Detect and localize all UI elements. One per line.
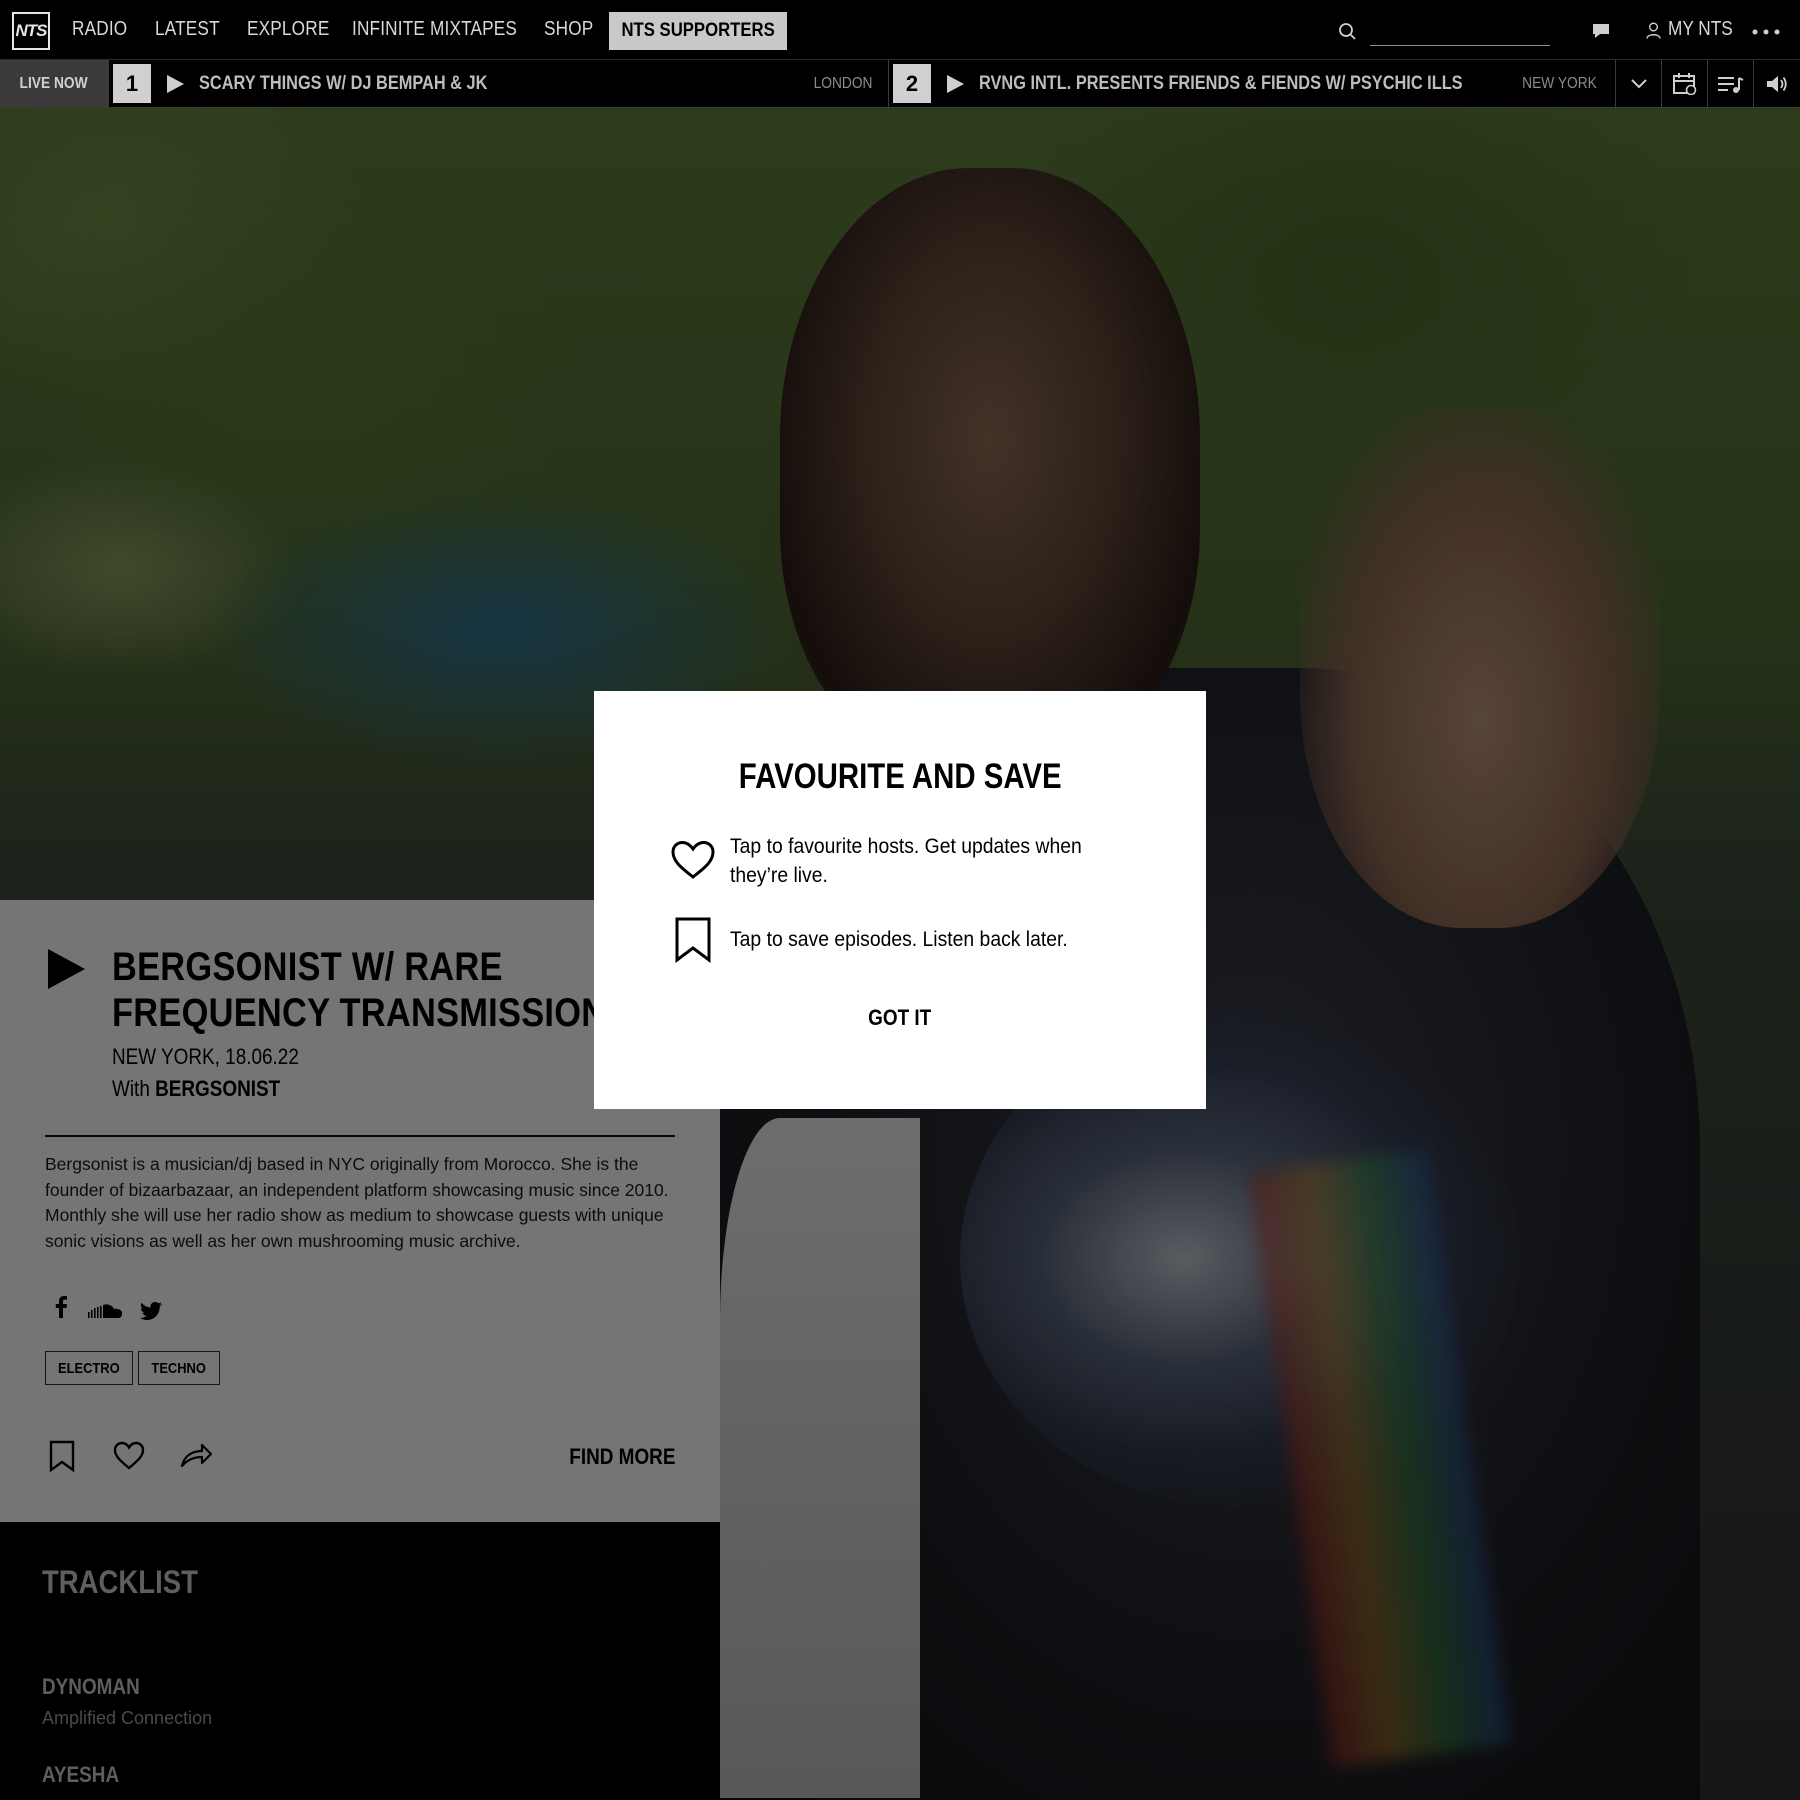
nav-latest[interactable]: LATEST — [155, 18, 220, 41]
play-episode-icon[interactable] — [46, 948, 86, 990]
share-icon[interactable] — [180, 1440, 212, 1472]
play-icon[interactable] — [165, 74, 185, 94]
find-more-link[interactable]: FIND MORE — [569, 1444, 675, 1470]
search-icon[interactable] — [1338, 22, 1356, 40]
track-artist: DYNOMAN — [42, 1674, 140, 1699]
soundcloud-icon[interactable] — [88, 1300, 126, 1322]
play-icon[interactable] — [945, 74, 965, 94]
nav-explore[interactable]: EXPLORE — [247, 18, 329, 41]
track-title: Amplified Connection — [42, 1708, 213, 1728]
playlist-icon — [1717, 76, 1743, 93]
live-channel-2[interactable]: 2 RVNG INTL. PRESENTS FRIENDS & FIENDS W… — [888, 60, 1615, 107]
facebook-icon[interactable] — [54, 1296, 68, 1318]
heart-icon — [671, 840, 715, 879]
chevron-down-icon — [1630, 78, 1647, 88]
nts-logo[interactable]: NTS — [12, 12, 50, 50]
my-nts-link[interactable]: MY NTS — [1668, 18, 1733, 41]
channel-number: 2 — [893, 64, 931, 103]
episode-description: Bergsonist is a musician/dj based in NYC… — [45, 1154, 669, 1251]
episode-host: With BERGSONIST — [112, 1076, 281, 1101]
search-input[interactable] — [1370, 18, 1550, 46]
expand-channels-button[interactable] — [1615, 60, 1661, 107]
episode-location-date: NEW YORK, 18.06.22 — [112, 1044, 299, 1069]
nav-infinite-mixtapes[interactable]: INFINITE MIXTAPES — [352, 18, 517, 41]
twitter-icon[interactable] — [140, 1300, 162, 1322]
heart-icon[interactable] — [113, 1440, 145, 1472]
track-artist: AYESHA — [42, 1762, 120, 1787]
genre-tag-techno[interactable]: TECHNO — [138, 1351, 220, 1385]
tracklist-section: TRACKLIST DYNOMAN Amplified Connection A… — [0, 1522, 720, 1800]
bookmark-icon — [675, 917, 711, 963]
user-icon[interactable] — [1646, 22, 1661, 39]
nav-shop[interactable]: SHOP — [544, 18, 593, 41]
live-channel-1[interactable]: 1 SCARY THINGS W/ DJ BEMPAH & JK LONDON — [108, 60, 888, 107]
channel-number: 1 — [113, 64, 151, 103]
live-now-label: LIVE NOW — [0, 60, 108, 107]
favourite-hint-text: Tap to favourite hosts. Get updates when… — [730, 834, 1082, 887]
more-icon[interactable] — [1752, 29, 1780, 35]
divider — [45, 1135, 675, 1137]
got-it-button[interactable]: GOT IT — [594, 1005, 1206, 1031]
nav-radio[interactable]: RADIO — [72, 18, 127, 41]
chat-icon[interactable] — [1592, 23, 1610, 39]
live-bar: LIVE NOW 1 SCARY THINGS W/ DJ BEMPAH & J… — [0, 60, 1800, 108]
bookmark-icon[interactable] — [46, 1440, 78, 1472]
episode-title: BERGSONIST W/ RARE FREQUENCY TRANSMISSIO… — [112, 945, 607, 1035]
channel-show-title: SCARY THINGS W/ DJ BEMPAH & JK — [199, 73, 488, 94]
favourite-save-modal: FAVOURITE AND SAVE Tap to favourite host… — [594, 691, 1206, 1109]
channel-location: NEW YORK — [1522, 75, 1597, 92]
host-link[interactable]: BERGSONIST — [155, 1076, 280, 1101]
calendar-icon — [1672, 72, 1696, 95]
modal-title: FAVOURITE AND SAVE — [738, 757, 1062, 796]
schedule-button[interactable] — [1661, 60, 1707, 107]
volume-button[interactable] — [1753, 60, 1800, 107]
tracklist-title: TRACKLIST — [42, 1564, 198, 1600]
channel-location: LONDON — [813, 75, 872, 92]
genre-tag-electro[interactable]: ELECTRO — [45, 1351, 133, 1385]
nts-supporters-button[interactable]: NTS SUPPORTERS — [609, 12, 787, 50]
top-navigation: NTS RADIO LATEST EXPLORE INFINITE MIXTAP… — [0, 0, 1800, 60]
volume-icon — [1767, 75, 1787, 92]
save-hint-text: Tap to save episodes. Listen back later. — [730, 927, 1068, 951]
queue-button[interactable] — [1707, 60, 1753, 107]
channel-show-title: RVNG INTL. PRESENTS FRIENDS & FIENDS W/ … — [979, 73, 1463, 94]
